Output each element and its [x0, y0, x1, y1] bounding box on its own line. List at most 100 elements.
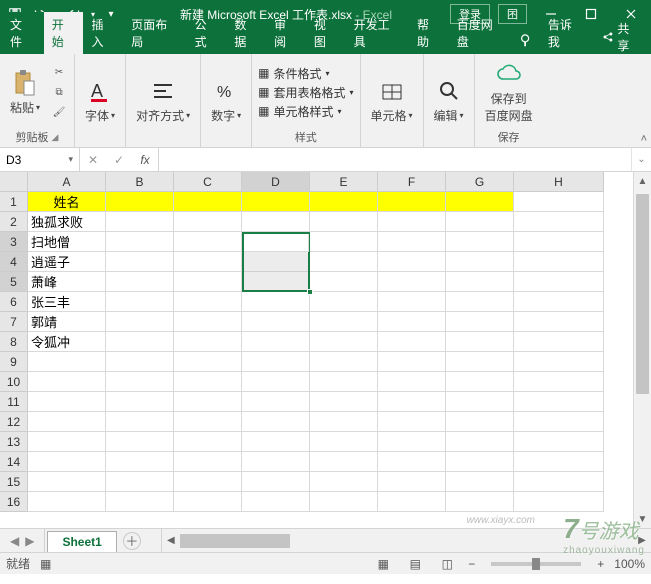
pagelayout-view-icon[interactable]: ▤ — [404, 555, 426, 573]
number-button[interactable]: % 数字▾ — [207, 77, 245, 124]
cell-style-button[interactable]: ▦单元格样式▾ — [258, 103, 353, 120]
cell-F6[interactable] — [378, 292, 446, 312]
tab-baidu[interactable]: 百度网盘 — [449, 12, 512, 54]
cell-D3[interactable] — [242, 232, 310, 252]
cell-A4[interactable]: 逍遥子 — [28, 252, 106, 272]
row-header-2[interactable]: 2 — [0, 212, 28, 232]
formula-input[interactable] — [159, 148, 631, 171]
cell-E16[interactable] — [310, 492, 378, 512]
cell-H8[interactable] — [514, 332, 604, 352]
cell-G1[interactable] — [446, 192, 514, 212]
col-header-A[interactable]: A — [28, 172, 106, 192]
cell-H9[interactable] — [514, 352, 604, 372]
zoom-level[interactable]: 100% — [614, 557, 645, 571]
row-header-8[interactable]: 8 — [0, 332, 28, 352]
cell-B16[interactable] — [106, 492, 174, 512]
cell-A16[interactable] — [28, 492, 106, 512]
scroll-up-icon[interactable]: ▲ — [634, 172, 651, 190]
cell-B6[interactable] — [106, 292, 174, 312]
macro-record-icon[interactable]: ▦ — [40, 557, 51, 571]
save-baidu-button[interactable]: 保存到 百度网盘 — [481, 60, 537, 124]
cell-C4[interactable] — [174, 252, 242, 272]
collapse-ribbon-icon[interactable]: ˄ — [641, 133, 647, 145]
cell-A15[interactable] — [28, 472, 106, 492]
cell-B5[interactable] — [106, 272, 174, 292]
cell-E10[interactable] — [310, 372, 378, 392]
cell-C12[interactable] — [174, 412, 242, 432]
cell-B12[interactable] — [106, 412, 174, 432]
cell-E15[interactable] — [310, 472, 378, 492]
sheet-prev-icon[interactable]: ◀ — [10, 534, 19, 548]
vscroll-thumb[interactable] — [636, 194, 649, 394]
cell-D12[interactable] — [242, 412, 310, 432]
cell-C8[interactable] — [174, 332, 242, 352]
cell-F10[interactable] — [378, 372, 446, 392]
cell-B13[interactable] — [106, 432, 174, 452]
cells-area[interactable]: 姓名独孤求败扫地僧逍遥子萧峰张三丰郭靖令狐冲 — [28, 192, 633, 528]
cell-G3[interactable] — [446, 232, 514, 252]
cell-H15[interactable] — [514, 472, 604, 492]
cell-F7[interactable] — [378, 312, 446, 332]
cell-A9[interactable] — [28, 352, 106, 372]
cell-G6[interactable] — [446, 292, 514, 312]
tab-developer[interactable]: 开发工具 — [346, 12, 409, 54]
format-painter-icon[interactable]: 🖌 — [50, 103, 68, 121]
cell-G2[interactable] — [446, 212, 514, 232]
cell-D5[interactable] — [242, 272, 310, 292]
cell-A12[interactable] — [28, 412, 106, 432]
cell-D10[interactable] — [242, 372, 310, 392]
font-button[interactable]: A 字体▾ — [81, 77, 119, 124]
cell-G10[interactable] — [446, 372, 514, 392]
cell-G7[interactable] — [446, 312, 514, 332]
scroll-right-icon[interactable]: ▶ — [633, 535, 651, 546]
row-header-9[interactable]: 9 — [0, 352, 28, 372]
tab-pagelayout[interactable]: 页面布局 — [123, 12, 186, 54]
share-button[interactable]: 共享 — [592, 20, 651, 54]
cell-G15[interactable] — [446, 472, 514, 492]
sheet-next-icon[interactable]: ▶ — [25, 534, 34, 548]
cell-B3[interactable] — [106, 232, 174, 252]
cell-E14[interactable] — [310, 452, 378, 472]
scroll-left-icon[interactable]: ◀ — [162, 535, 180, 546]
col-header-G[interactable]: G — [446, 172, 514, 192]
horizontal-scrollbar[interactable]: ◀ ▶ — [162, 529, 651, 552]
row-header-15[interactable]: 15 — [0, 472, 28, 492]
cell-E7[interactable] — [310, 312, 378, 332]
cell-F9[interactable] — [378, 352, 446, 372]
row-header-11[interactable]: 11 — [0, 392, 28, 412]
cell-B10[interactable] — [106, 372, 174, 392]
cancel-formula-icon[interactable]: ✕ — [80, 153, 106, 167]
normal-view-icon[interactable]: ▦ — [372, 555, 394, 573]
cell-G5[interactable] — [446, 272, 514, 292]
cell-C11[interactable] — [174, 392, 242, 412]
cell-A1[interactable]: 姓名 — [28, 192, 106, 212]
cell-G9[interactable] — [446, 352, 514, 372]
cell-F12[interactable] — [378, 412, 446, 432]
cell-A7[interactable]: 郭靖 — [28, 312, 106, 332]
cell-C7[interactable] — [174, 312, 242, 332]
cell-H12[interactable] — [514, 412, 604, 432]
cell-F2[interactable] — [378, 212, 446, 232]
zoom-in-icon[interactable]: + — [597, 557, 604, 571]
table-format-button[interactable]: ▦套用表格格式▾ — [258, 84, 353, 101]
cell-G14[interactable] — [446, 452, 514, 472]
expand-formula-icon[interactable]: ⌄ — [631, 148, 651, 171]
add-sheet-button[interactable]: ＋ — [123, 532, 141, 550]
cell-D9[interactable] — [242, 352, 310, 372]
cell-B1[interactable] — [106, 192, 174, 212]
cell-H4[interactable] — [514, 252, 604, 272]
cell-C13[interactable] — [174, 432, 242, 452]
col-header-C[interactable]: C — [174, 172, 242, 192]
row-header-5[interactable]: 5 — [0, 272, 28, 292]
tab-review[interactable]: 审阅 — [266, 12, 306, 54]
tab-formulas[interactable]: 公式 — [187, 12, 227, 54]
scroll-down-icon[interactable]: ▼ — [634, 510, 651, 528]
row-header-6[interactable]: 6 — [0, 292, 28, 312]
row-header-1[interactable]: 1 — [0, 192, 28, 212]
row-header-16[interactable]: 16 — [0, 492, 28, 512]
cell-D6[interactable] — [242, 292, 310, 312]
cell-D1[interactable] — [242, 192, 310, 212]
cell-A3[interactable]: 扫地僧 — [28, 232, 106, 252]
vertical-scrollbar[interactable]: ▲ ▼ — [633, 172, 651, 528]
cell-E8[interactable] — [310, 332, 378, 352]
